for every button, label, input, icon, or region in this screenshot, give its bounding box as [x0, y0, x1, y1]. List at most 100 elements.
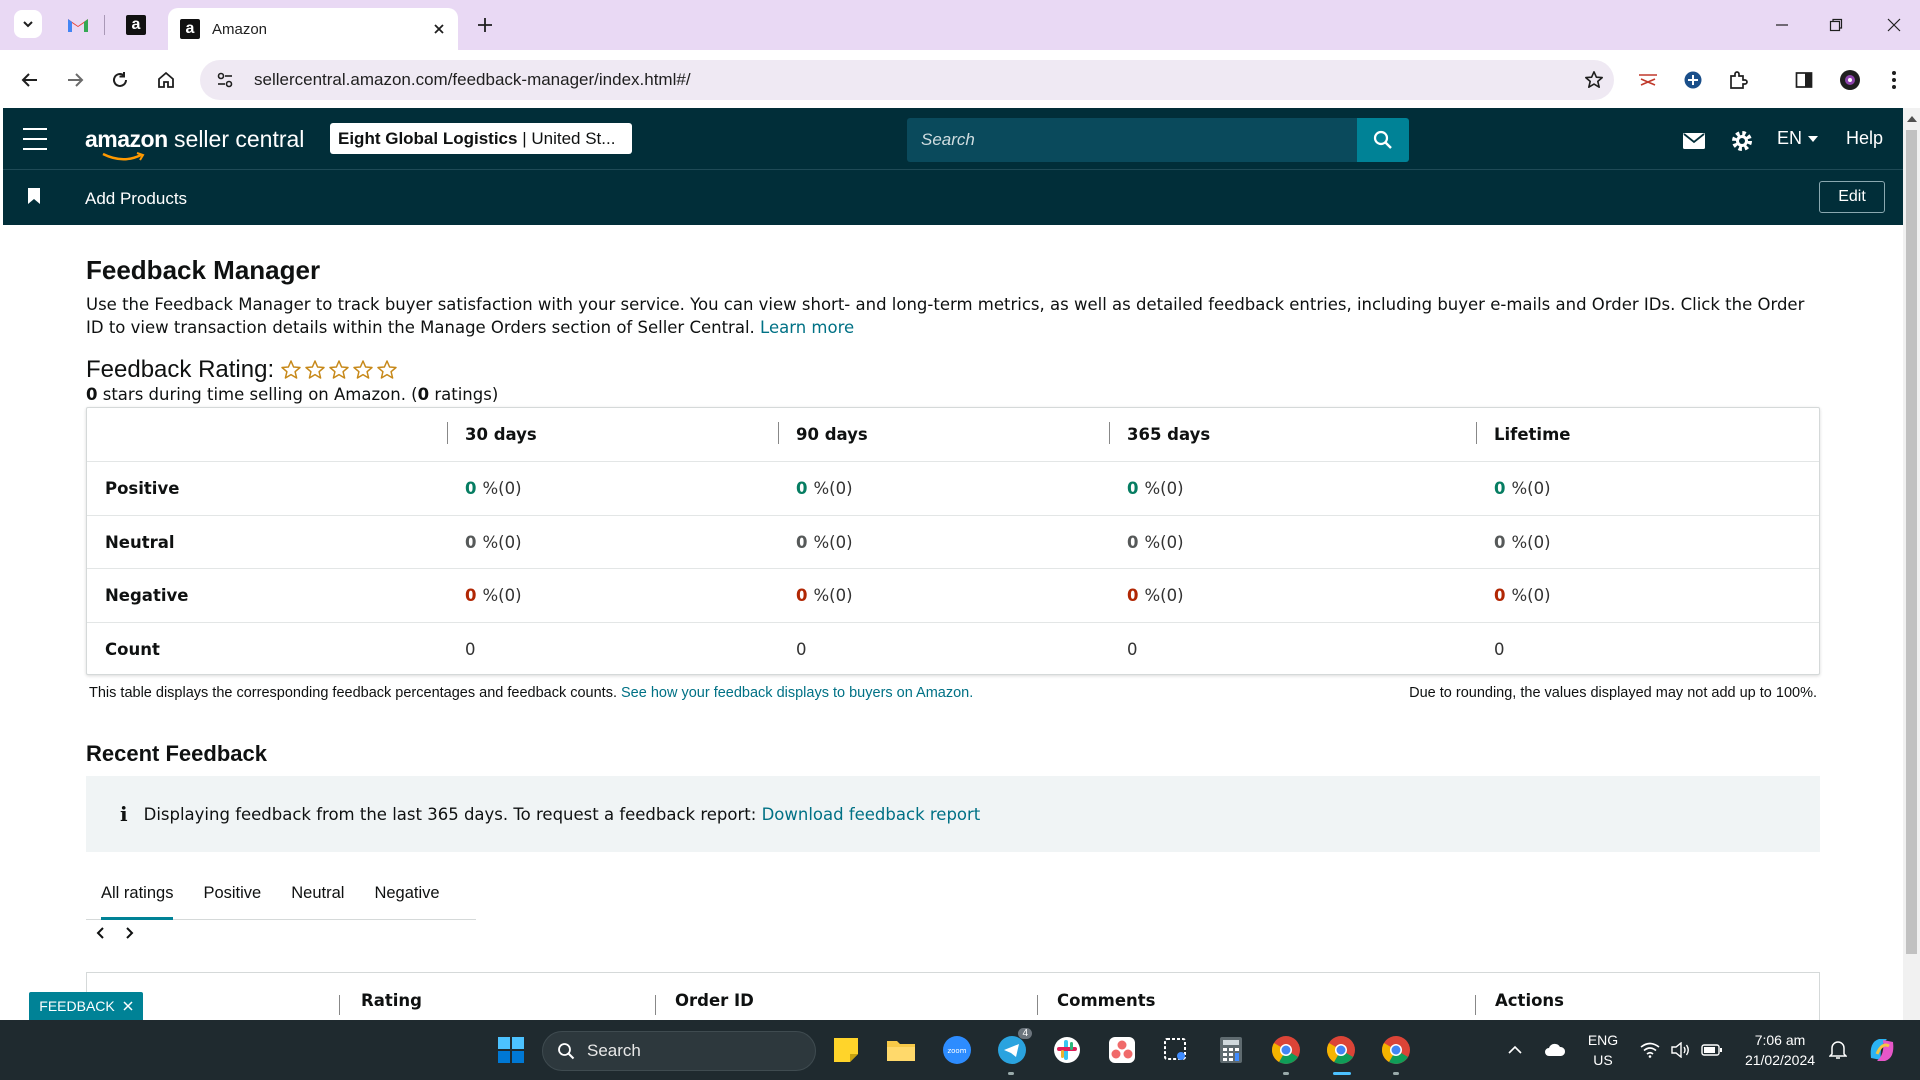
asana-app[interactable]	[1104, 1032, 1140, 1068]
scrollbar-thumb[interactable]	[1906, 130, 1917, 954]
minimize-icon	[1776, 24, 1788, 26]
forward-button[interactable]	[59, 64, 91, 96]
extension-shopping-button[interactable]	[1632, 64, 1664, 96]
battery-button[interactable]	[1694, 1032, 1730, 1068]
chrome-app-2[interactable]	[1323, 1032, 1359, 1068]
telegram-app[interactable]: 4	[994, 1028, 1032, 1068]
column-header-rating[interactable]: Rating	[361, 991, 422, 1010]
calculator-app[interactable]	[1213, 1032, 1249, 1068]
side-panel-button[interactable]	[1788, 64, 1820, 96]
page-scrollbar[interactable]	[1903, 108, 1920, 1020]
gear-icon	[1732, 131, 1752, 151]
slack-app[interactable]	[1049, 1032, 1085, 1068]
rating-summary: 0 stars during time selling on Amazon. (…	[86, 385, 499, 404]
pinned-tab-amazon[interactable]: a	[118, 10, 154, 40]
extensions-button[interactable]	[1722, 64, 1754, 96]
close-icon[interactable]	[123, 1001, 133, 1011]
messages-button[interactable]	[1679, 126, 1709, 156]
add-products-link[interactable]: Add Products	[85, 189, 187, 209]
download-report-link[interactable]: Download feedback report	[762, 805, 981, 824]
close-window-button[interactable]	[1874, 8, 1914, 42]
header-top-bar: amazon seller central Eight Global Logis…	[3, 108, 1903, 170]
star-outline-icon	[329, 360, 349, 379]
help-link[interactable]: Help	[1846, 128, 1883, 149]
column-header-order-id[interactable]: Order ID	[675, 991, 754, 1010]
feedback-widget-button[interactable]: FEEDBACK	[29, 992, 143, 1020]
hamburger-menu-icon[interactable]	[23, 128, 47, 150]
table-cell: 0 %(0)	[1127, 516, 1184, 569]
onedrive-button[interactable]	[1537, 1032, 1573, 1068]
puzzle-icon	[1730, 71, 1748, 89]
amazon-favicon-icon: a	[180, 19, 200, 39]
file-explorer-app[interactable]	[883, 1032, 919, 1068]
table-header-row: 30 days 90 days 365 days Lifetime	[87, 408, 1819, 461]
back-button[interactable]	[14, 64, 46, 96]
site-info-button[interactable]	[208, 71, 242, 89]
taskbar-search[interactable]: Search	[542, 1031, 816, 1071]
bookmark-star-button[interactable]	[1574, 70, 1614, 90]
arrow-left-icon	[21, 73, 37, 87]
account-switcher[interactable]: Eight Global Logistics | United St...	[330, 123, 632, 154]
address-bar[interactable]: sellercentral.amazon.com/feedback-manage…	[200, 60, 1614, 100]
snipping-tool-app[interactable]	[1158, 1032, 1194, 1068]
search-input[interactable]	[921, 130, 1359, 150]
chrome-icon	[1382, 1036, 1410, 1064]
column-header: Lifetime	[1476, 408, 1570, 461]
feedback-display-link[interactable]: See how your feedback displays to buyers…	[621, 685, 973, 701]
chevron-right-icon[interactable]	[124, 925, 136, 941]
tab-negative[interactable]: Negative	[359, 868, 454, 919]
column-header-comments[interactable]: Comments	[1057, 991, 1155, 1010]
reload-button[interactable]	[104, 64, 136, 96]
tab-all-ratings[interactable]: All ratings	[86, 868, 188, 920]
kebab-menu-icon	[1892, 71, 1896, 89]
star-outline-icon	[1585, 71, 1603, 88]
seller-search[interactable]	[907, 118, 1359, 162]
sticky-notes-icon	[834, 1038, 858, 1062]
new-tab-button[interactable]	[470, 10, 500, 40]
profile-button[interactable]	[1834, 64, 1866, 96]
star-outline-icon	[353, 360, 373, 379]
language-selector[interactable]: EN	[1777, 128, 1819, 149]
edit-bookmarks-button[interactable]: Edit	[1819, 181, 1885, 213]
extension-circle-button[interactable]	[1677, 64, 1709, 96]
input-language[interactable]: ENG US	[1585, 1030, 1621, 1070]
start-button[interactable]	[493, 1032, 529, 1068]
copilot-button[interactable]	[1864, 1032, 1900, 1068]
sticky-notes-app[interactable]	[828, 1032, 864, 1068]
settings-button[interactable]	[1727, 126, 1757, 156]
minimize-button[interactable]	[1762, 8, 1802, 42]
tab-search-button[interactable]	[14, 10, 42, 38]
restore-button[interactable]	[1816, 8, 1856, 42]
cell-value: 0	[796, 586, 808, 605]
chevron-left-icon[interactable]	[94, 925, 106, 941]
search-button[interactable]	[1357, 118, 1409, 162]
home-button[interactable]	[150, 64, 182, 96]
info-alert: i Displaying feedback from the last 365 …	[86, 776, 1820, 852]
chrome-app-1[interactable]	[1268, 1032, 1304, 1068]
zoom-app[interactable]: zoom	[939, 1032, 975, 1068]
table-cell: 0 %(0)	[1127, 569, 1184, 622]
notifications-button[interactable]	[1820, 1032, 1856, 1068]
chrome-app-3[interactable]	[1378, 1032, 1414, 1068]
pinned-tab-gmail[interactable]	[60, 10, 96, 40]
table-cell: 0 %(0)	[465, 516, 522, 569]
show-hidden-icons-button[interactable]	[1497, 1032, 1533, 1068]
table-cell: 0 %(0)	[796, 462, 853, 515]
table-cell: 0 %(0)	[1127, 462, 1184, 515]
tab-neutral[interactable]: Neutral	[276, 868, 359, 919]
slack-icon	[1054, 1037, 1080, 1063]
learn-more-link[interactable]: Learn more	[760, 318, 854, 337]
column-header-actions[interactable]: Actions	[1495, 991, 1564, 1010]
scroll-up-icon[interactable]	[1907, 116, 1917, 122]
extension-logo-icon	[1639, 74, 1657, 86]
windows-logo-icon	[498, 1037, 524, 1063]
active-tab[interactable]: a Amazon	[168, 8, 458, 50]
tab-positive[interactable]: Positive	[188, 868, 276, 919]
cell-value: 0	[796, 532, 808, 552]
browser-menu-button[interactable]	[1878, 64, 1910, 96]
caret-down-icon	[1808, 135, 1819, 142]
seller-central-header: amazon seller central Eight Global Logis…	[3, 108, 1903, 225]
seller-central-logo[interactable]: amazon seller central	[85, 126, 304, 161]
close-tab-icon[interactable]	[432, 22, 446, 36]
clock[interactable]: 7:06 am 21/02/2024	[1740, 1030, 1820, 1070]
